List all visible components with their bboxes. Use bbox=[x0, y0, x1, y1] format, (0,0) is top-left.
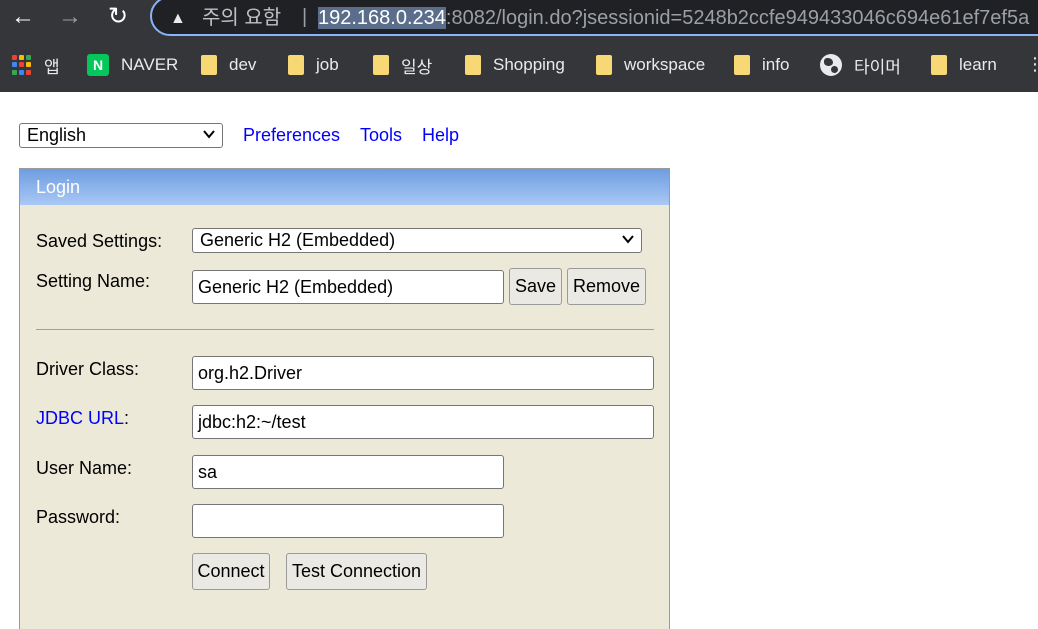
bookmarks-bar: 앱 N NAVER dev job 일상 Shopping workspace bbox=[0, 46, 1038, 82]
browser-chrome: ← → ↻ ▲ 주의 요함 | 192.168.0.234:8082/login… bbox=[0, 0, 1038, 92]
chevron-down-icon bbox=[203, 130, 215, 139]
test-connection-button[interactable]: Test Connection bbox=[286, 553, 427, 590]
setting-name-label: Setting Name: bbox=[36, 271, 151, 291]
folder-icon bbox=[288, 55, 304, 75]
address-separator: | bbox=[302, 6, 308, 28]
url-path: :8082/login.do?jsessionid=5248b2ccfe9494… bbox=[445, 7, 1030, 29]
user-name-input[interactable]: sa bbox=[192, 455, 504, 489]
bookmark-job[interactable]: job bbox=[288, 54, 339, 76]
password-input[interactable] bbox=[192, 504, 504, 538]
bookmark-naver[interactable]: N NAVER bbox=[87, 54, 178, 76]
globe-icon bbox=[820, 54, 842, 76]
language-select[interactable]: English bbox=[19, 123, 223, 148]
folder-icon bbox=[373, 55, 389, 75]
bookmark-label: Shopping bbox=[493, 55, 565, 74]
bookmark-daily[interactable]: 일상 bbox=[373, 54, 433, 77]
bookmark-label: job bbox=[316, 55, 339, 74]
saved-settings-label: Saved Settings: bbox=[36, 231, 163, 251]
page-content: English Preferences Tools Help Login Sav… bbox=[0, 92, 1038, 629]
chevron-down-icon bbox=[622, 235, 634, 244]
password-label: Password: bbox=[36, 507, 121, 527]
tools-link[interactable]: Tools bbox=[360, 125, 402, 146]
warning-triangle-icon[interactable]: ▲ bbox=[170, 10, 186, 28]
bookmark-label: 일상 bbox=[401, 57, 433, 77]
preferences-link[interactable]: Preferences bbox=[243, 125, 340, 146]
folder-icon bbox=[201, 55, 217, 75]
driver-class-input[interactable]: org.h2.Driver bbox=[192, 356, 654, 390]
jdbc-url-link[interactable]: JDBC URL bbox=[36, 408, 124, 428]
connect-button[interactable]: Connect bbox=[192, 553, 270, 590]
folder-icon bbox=[465, 55, 481, 75]
bookmark-label: info bbox=[762, 55, 790, 74]
bookmark-workspace[interactable]: workspace bbox=[596, 54, 705, 76]
bookmark-apps[interactable]: 앱 bbox=[12, 54, 60, 77]
folder-icon bbox=[734, 55, 750, 75]
naver-icon: N bbox=[87, 54, 109, 76]
setting-name-input[interactable]: Generic H2 (Embedded) bbox=[192, 270, 504, 304]
bookmark-timer[interactable]: 타이머 bbox=[820, 54, 901, 77]
divider bbox=[36, 329, 654, 330]
more-bookmarks-icon[interactable]: ⋮ bbox=[1026, 54, 1038, 75]
driver-class-label: Driver Class: bbox=[36, 359, 140, 379]
url-text[interactable]: 192.168.0.234:8082/login.do?jsessionid=5… bbox=[318, 6, 1029, 30]
reload-icon[interactable]: ↻ bbox=[105, 4, 131, 30]
language-select-value: English bbox=[27, 125, 87, 145]
save-button[interactable]: Save bbox=[509, 268, 562, 305]
saved-settings-value: Generic H2 (Embedded) bbox=[200, 230, 396, 250]
bookmark-info[interactable]: info bbox=[734, 54, 789, 76]
apps-grid-icon bbox=[12, 55, 32, 75]
folder-icon bbox=[931, 55, 947, 75]
saved-settings-select[interactable]: Generic H2 (Embedded) bbox=[192, 228, 642, 253]
help-link[interactable]: Help bbox=[422, 125, 459, 146]
bookmark-label: 타이머 bbox=[854, 57, 901, 77]
login-panel: Login Saved Settings: Generic H2 (Embedd… bbox=[19, 168, 670, 629]
folder-icon bbox=[596, 55, 612, 75]
forward-arrow-icon[interactable]: → bbox=[57, 4, 83, 30]
bookmark-label: learn bbox=[959, 55, 997, 74]
jdbc-url-input[interactable]: jdbc:h2:~/test bbox=[192, 405, 654, 439]
login-header: Login bbox=[20, 169, 669, 205]
user-name-label: User Name: bbox=[36, 458, 133, 478]
security-warning-text[interactable]: 주의 요함 bbox=[202, 6, 281, 30]
bookmark-label: workspace bbox=[624, 55, 706, 74]
bookmark-dev[interactable]: dev bbox=[201, 54, 256, 76]
bookmark-label: NAVER bbox=[121, 55, 179, 74]
jdbc-url-colon: : bbox=[124, 408, 130, 428]
bookmark-label: 앱 bbox=[44, 57, 60, 77]
address-bar[interactable]: ▲ 주의 요함 | 192.168.0.234:8082/login.do?js… bbox=[150, 0, 1038, 36]
remove-button[interactable]: Remove bbox=[567, 268, 646, 305]
bookmark-learn[interactable]: learn bbox=[931, 54, 997, 76]
back-arrow-icon[interactable]: ← bbox=[10, 4, 36, 30]
bookmark-label: dev bbox=[229, 55, 257, 74]
jdbc-url-label: JDBC URL: bbox=[36, 408, 129, 429]
url-host: 192.168.0.234 bbox=[318, 7, 446, 29]
bookmark-shopping[interactable]: Shopping bbox=[465, 54, 565, 76]
